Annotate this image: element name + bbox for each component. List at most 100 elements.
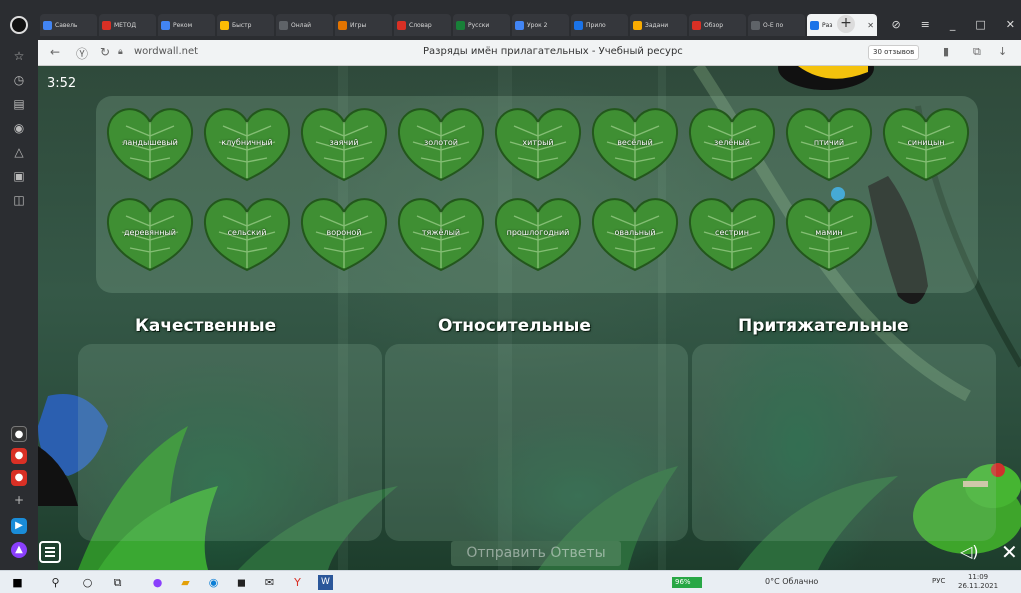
- app-taskbar-1-icon[interactable]: ●: [150, 575, 165, 590]
- browser-tab[interactable]: Быстр: [217, 14, 274, 36]
- store-icon[interactable]: ◼: [234, 575, 249, 590]
- word-card-label: синицын: [907, 138, 945, 147]
- app-icon-4[interactable]: ▶: [11, 518, 27, 534]
- clock[interactable]: 11:09 26.11.2021: [958, 573, 998, 591]
- browser-tab[interactable]: МЕТОД: [99, 14, 156, 36]
- word-card[interactable]: ландышевый: [104, 102, 196, 182]
- word-card[interactable]: прошлогодний: [492, 192, 584, 272]
- dropzone-relative[interactable]: [385, 344, 688, 541]
- edge-icon[interactable]: ◉: [206, 575, 221, 590]
- tab-label: Игры: [350, 21, 367, 29]
- tab-label: О-Е по: [763, 21, 784, 29]
- battery-indicator: 96%: [672, 577, 702, 588]
- word-icon[interactable]: W: [318, 575, 333, 590]
- word-card[interactable]: тяжёлый: [395, 192, 487, 272]
- dropzone-possessive[interactable]: [692, 344, 996, 541]
- word-card-label: овальный: [614, 228, 656, 237]
- word-card-label: хитрый: [522, 138, 554, 147]
- yandex-browser-icon[interactable]: Y: [290, 575, 305, 590]
- add-app-icon[interactable]: +: [11, 492, 27, 508]
- word-card[interactable]: деревянный: [104, 192, 196, 272]
- app-icon-1[interactable]: ●: [11, 426, 27, 442]
- cortana-icon[interactable]: ○: [80, 575, 95, 590]
- word-card[interactable]: заячий: [298, 102, 390, 182]
- browser-tab[interactable]: Задани: [630, 14, 687, 36]
- word-card[interactable]: птичий: [783, 102, 875, 182]
- word-card[interactable]: сестрин: [686, 192, 778, 272]
- word-card[interactable]: вороной: [298, 192, 390, 272]
- history-icon[interactable]: ◷: [11, 72, 27, 88]
- browser-sidebar: ☆ ◷ ▤ ◉ △ ▣ ◫ ● ● ● + ▶ ▲: [0, 40, 38, 570]
- browser-tab[interactable]: Урок 2: [512, 14, 569, 36]
- new-tab-button[interactable]: +: [837, 15, 855, 33]
- browser-tab[interactable]: Прило: [571, 14, 628, 36]
- minimize-button[interactable]: _: [950, 18, 956, 31]
- browser-tab[interactable]: Савель: [40, 14, 97, 36]
- extensions-icon[interactable]: ⊘: [891, 18, 900, 31]
- app-icon-2[interactable]: ●: [11, 448, 27, 464]
- word-card[interactable]: сельский: [201, 192, 293, 272]
- tab-label: Прило: [586, 21, 606, 29]
- notifications-icon[interactable]: △: [11, 144, 27, 160]
- app-icon-5[interactable]: ▲: [11, 542, 27, 558]
- gallery-icon[interactable]: ◫: [11, 192, 27, 208]
- yandex-icon[interactable]: Ⓨ: [76, 45, 88, 62]
- word-card[interactable]: золотой: [395, 102, 487, 182]
- bookmark-icon[interactable]: ▮: [943, 45, 949, 58]
- game-menu-icon[interactable]: [39, 541, 61, 563]
- url-field[interactable]: wordwall.net: [134, 46, 198, 57]
- word-card[interactable]: клубничный: [201, 102, 293, 182]
- file-explorer-icon[interactable]: ▰: [178, 575, 193, 590]
- tab-close-icon[interactable]: ✕: [867, 21, 874, 30]
- word-card-label: сельский: [227, 228, 267, 237]
- maximize-button[interactable]: □: [975, 18, 985, 31]
- tab-favicon-icon: [220, 20, 229, 30]
- word-card[interactable]: синицын: [880, 102, 972, 182]
- media-icon[interactable]: ◉: [11, 120, 27, 136]
- reload-icon[interactable]: ↻: [100, 45, 110, 59]
- profile-icon[interactable]: [10, 16, 28, 34]
- word-card[interactable]: овальный: [589, 192, 681, 272]
- tab-label: Словар: [409, 21, 432, 29]
- game-area: 3:52 ландышевый клубничный заячий золотой хи…: [38, 66, 1021, 570]
- windows-start-icon[interactable]: ■: [10, 575, 25, 590]
- window-controls: ⊘ ≡ _ □ ✕: [891, 18, 1015, 31]
- browser-tab[interactable]: Игры: [335, 14, 392, 36]
- word-card-label: зелёный: [714, 138, 750, 147]
- word-card[interactable]: хитрый: [492, 102, 584, 182]
- download-icon[interactable]: ↓: [998, 45, 1007, 58]
- browser-tab[interactable]: О-Е по: [748, 14, 805, 36]
- sound-icon[interactable]: ◁): [960, 542, 979, 561]
- word-card[interactable]: зелёный: [686, 102, 778, 182]
- close-window-button[interactable]: ✕: [1006, 18, 1015, 31]
- word-card[interactable]: мамин: [783, 192, 875, 272]
- search-icon[interactable]: ⚲: [48, 575, 63, 590]
- browser-tab[interactable]: Онлай: [276, 14, 333, 36]
- weather-widget[interactable]: 0°C Облачно: [765, 577, 818, 586]
- browser-tab[interactable]: Реком: [158, 14, 215, 36]
- close-icon[interactable]: ✕: [1001, 540, 1018, 564]
- translate-icon[interactable]: ⧉: [973, 45, 981, 59]
- tab-label: Савель: [55, 21, 78, 29]
- menu-icon[interactable]: ≡: [921, 18, 930, 31]
- collections-icon[interactable]: ▤: [11, 96, 27, 112]
- app-icon-3[interactable]: ●: [11, 470, 27, 486]
- browser-tab-bar: Савель МЕТОД Реком Быстр Онлай Игры Словар Русс…: [0, 0, 1021, 40]
- word-card-label: золотой: [424, 138, 458, 147]
- browser-tab[interactable]: Словар: [394, 14, 451, 36]
- task-view-icon[interactable]: ⧉: [110, 575, 125, 590]
- tab-label: Онлай: [291, 21, 312, 29]
- word-card[interactable]: весёлый: [589, 102, 681, 182]
- mail-icon[interactable]: ✉: [262, 575, 277, 590]
- browser-tab[interactable]: Обзор: [689, 14, 746, 36]
- back-icon[interactable]: ←: [50, 45, 60, 59]
- language-indicator[interactable]: РУС: [932, 577, 945, 585]
- calendar-icon[interactable]: ▣: [11, 168, 27, 184]
- submit-answers-button[interactable]: Отправить Ответы: [451, 541, 621, 566]
- dropzone-qualitative[interactable]: [78, 344, 382, 541]
- reviews-button[interactable]: 30 отзывов: [868, 45, 920, 60]
- tab-favicon-icon: [279, 20, 288, 30]
- bookmarks-icon[interactable]: ☆: [11, 48, 27, 64]
- category-title-relative: Относительные: [438, 316, 591, 336]
- browser-tab[interactable]: Русски: [453, 14, 510, 36]
